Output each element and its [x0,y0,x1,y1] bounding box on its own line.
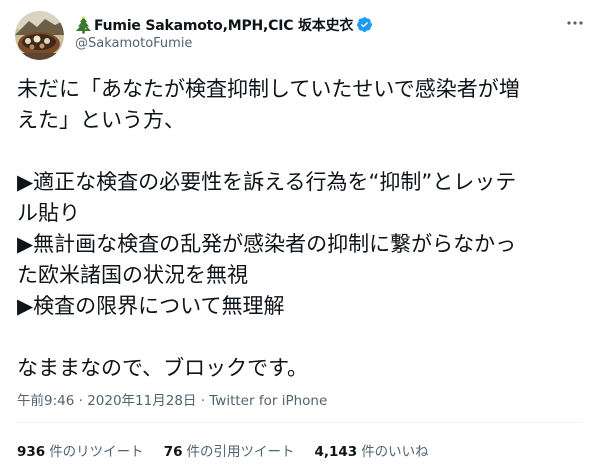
quote-tweets-label: 件の引用ツイート [186,444,295,460]
quote-tweets-stat[interactable]: 76 件の引用ツイート [164,440,295,460]
more-options-button[interactable] [565,13,585,33]
avatar-image [15,11,64,60]
author-name-row: Fumie Sakamoto,MPH,CIC 坂本史衣 [75,14,373,35]
author-info: Fumie Sakamoto,MPH,CIC 坂本史衣 @SakamotoFum… [75,14,373,51]
tweet-source[interactable]: Twitter for iPhone [209,393,327,409]
likes-count: 4,143 [314,444,358,460]
tweet-text-line: 未だに「あなたが検査抑制していたせいで感染者が増 [17,77,520,101]
tweet-text-line: ▶無計画な検査の乱発が感染者の抑制に繋がらなかっ [17,232,517,256]
tweet-text: 未だに「あなたが検査抑制していたせいで感染者が増 えた」という方、 ▶適正な検査… [17,74,587,384]
likes-label: 件のいいね [361,444,429,460]
verified-badge-icon [356,16,373,33]
tweet-stats: 936 件のリツイート 76 件の引用ツイート 4,143 件のいいね [17,440,449,460]
tweet-time[interactable]: 午前9:46 [17,393,74,409]
tweet-text-line: なままなので、ブロックです。 [17,356,309,380]
meta-separator: · [196,393,210,409]
tweet-text-line: ル貼り [17,201,80,225]
avatar[interactable] [15,11,64,60]
author-handle[interactable]: @SakamotoFumie [75,36,373,51]
tweet-text-line: た欧米諸国の状況を無視 [17,263,248,287]
meta-separator: · [74,393,88,409]
likes-stat[interactable]: 4,143 件のいいね [314,440,428,460]
tweet-date[interactable]: 2020年11月28日 [87,393,196,409]
quote-tweets-count: 76 [163,444,183,460]
retweets-label: 件のリツイート [49,444,144,460]
tweet-metadata: 午前9:46 · 2020年11月28日 · Twitter for iPhon… [17,389,327,409]
retweets-count: 936 [17,444,46,460]
retweets-stat[interactable]: 936 件のリツイート [17,440,144,460]
more-dots-icon [567,21,583,25]
tweet-text-line: ▶適正な検査の必要性を訴える行為を“抑制”とレッテ [17,170,517,194]
tweet-text-line: えた」という方、 [17,108,185,132]
christmas-tree-icon [75,15,92,34]
author-display-name[interactable]: Fumie Sakamoto,MPH,CIC 坂本史衣 [94,15,353,35]
tweet-text-line: ▶検査の限界について無理解 [17,294,285,318]
divider [16,422,583,423]
tweet-card: Fumie Sakamoto,MPH,CIC 坂本史衣 @SakamotoFum… [0,0,599,475]
